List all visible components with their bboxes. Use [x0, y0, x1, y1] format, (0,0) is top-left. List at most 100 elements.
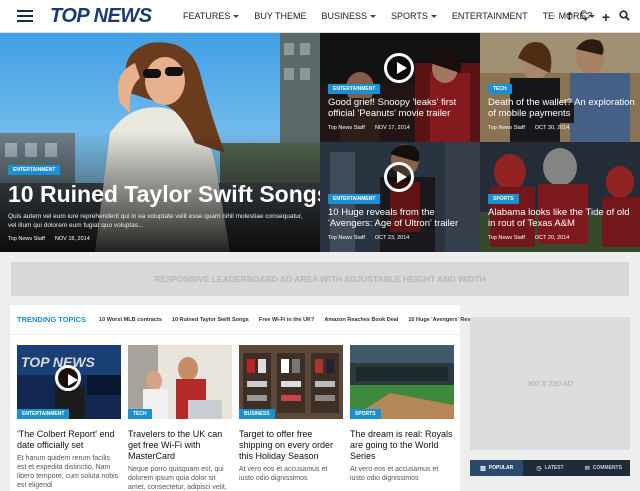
category-label[interactable]: Tech [128, 409, 152, 419]
article-image[interactable]: Business [239, 345, 343, 419]
category-label[interactable]: Entertainment [328, 84, 381, 94]
hero-main-story[interactable]: Entertainment 10 Ruined Taylor Swift Son… [0, 33, 320, 252]
date: OCT 30, 2014 [534, 125, 570, 131]
nav-item-buy-theme[interactable]: BUY THEME [254, 11, 306, 21]
article-title[interactable]: The dream is real: Royals are going to t… [350, 429, 454, 462]
nav-item-label: SPORTS [391, 11, 428, 21]
play-icon[interactable] [384, 53, 414, 83]
author[interactable]: Top News Staff [488, 125, 525, 131]
hero-main-title[interactable]: 10 Ruined Taylor Swift Songs [8, 181, 320, 207]
story-meta: Top News Staff NOV 17, 2014 [328, 125, 410, 131]
hero-tile[interactable]: Tech Death of the wallet? An exploration… [480, 33, 640, 142]
tab-label: Popular [488, 465, 514, 471]
category-label[interactable]: Sports [488, 194, 519, 204]
travel-image [128, 345, 232, 419]
category-label[interactable]: Sports [350, 409, 381, 419]
article-card[interactable]: Business Target to offer free shipping o… [239, 345, 343, 483]
article-title[interactable]: Target to offer free shipping on every o… [239, 429, 343, 462]
sidebar: 300 x 250 AD ▥ Popular ◷ Latest ✉ Comments [462, 305, 640, 491]
trending-item[interactable]: Amazon Reaches Book Deal [319, 317, 403, 323]
tab-label: Comments [592, 465, 622, 471]
category-label[interactable]: Entertainment [328, 194, 381, 204]
facebook-icon[interactable]: f [567, 11, 571, 23]
category-label[interactable]: Entertainment [8, 165, 61, 175]
search-icon[interactable] [619, 9, 630, 24]
trending-item[interactable]: 10 Worst MLB contracts [94, 317, 167, 323]
stadium-image [350, 345, 454, 419]
plus-icon[interactable]: + [602, 9, 610, 25]
trending-bar: Trending Topics 10 Worst MLB contracts 1… [10, 305, 481, 335]
story-meta: Top News Staff OCT 30, 2014 [488, 125, 569, 131]
nav-item-sports[interactable]: SPORTS [391, 11, 437, 21]
article-card[interactable]: Sports The dream is real: Royals are goi… [350, 345, 454, 483]
story-meta: Top News Staff OCT 20, 2014 [488, 235, 569, 241]
chevron-down-icon [430, 14, 437, 18]
article-excerpt: Neque porro quisquam est, qui dolorem ip… [128, 466, 227, 491]
nav-item-tech[interactable]: TECH [543, 11, 555, 21]
article-title[interactable]: Travelers to the UK can get free Wi-Fi w… [128, 429, 232, 462]
chevron-down-icon [233, 14, 240, 18]
hero-tile[interactable]: Sports Alabama looks like the Tide of ol… [480, 142, 640, 252]
site-logo[interactable]: TOP NEWS [50, 5, 170, 28]
nav-item-features[interactable]: FEATURES [183, 11, 240, 21]
play-icon[interactable] [55, 365, 81, 391]
author[interactable]: Top News Staff [488, 235, 525, 241]
tab-label: Latest [544, 465, 564, 471]
play-icon[interactable] [384, 162, 414, 192]
nav-item-label: BUY THEME [254, 11, 307, 21]
nav-item-business[interactable]: BUSINESS [322, 11, 377, 21]
category-label[interactable]: Business [239, 409, 275, 419]
category-label[interactable]: Entertainment [17, 409, 70, 419]
tab-popular[interactable]: ▥ Popular [470, 460, 524, 476]
date: OCT 20, 2014 [534, 235, 570, 241]
author[interactable]: Top News Staff [8, 236, 45, 242]
article-excerpt: At vero eos et accusamus et iusto odio d… [239, 466, 328, 482]
article-excerpt: Et harum quidem rerum facilis est et exp… [17, 455, 119, 489]
sidebar-tabs: ▥ Popular ◷ Latest ✉ Comments [470, 460, 630, 476]
date: OCT 23, 2014 [374, 235, 410, 241]
trending-item[interactable]: 10 Ruined Taylor Swift Songs [167, 317, 254, 323]
story-title[interactable]: Alabama looks like the Tide of old in ro… [488, 207, 638, 229]
date: NOV 18, 2014 [54, 236, 90, 242]
hero-main-excerpt: Quis autem vel eum iure reprehenderit qu… [8, 213, 303, 229]
sidebar-ad[interactable]: 300 x 250 AD [470, 317, 630, 450]
twitter-icon[interactable]: 🐦︎ [580, 11, 593, 22]
chevron-down-icon [370, 14, 377, 18]
article-card[interactable]: TOP NEWS Entertainment 'The Colbert Repo… [17, 345, 121, 490]
main-menu: FEATURES BUY THEME BUSINESS SPORTS ENTER… [183, 11, 610, 21]
article-image[interactable]: Tech [128, 345, 232, 419]
hero-grid: Entertainment 10 Ruined Taylor Swift Son… [0, 33, 640, 252]
page: TOP NEWS FEATURES BUY THEME BUSINESS SPO… [0, 0, 640, 491]
hero-tile[interactable]: Entertainment Good grief! Snoopy 'leaks'… [320, 33, 480, 142]
social-links: f 🐦︎ + [558, 0, 630, 33]
nav-item-label: TECH [542, 11, 555, 21]
hero-tile[interactable]: Entertainment 10 Huge reveals from the '… [320, 142, 480, 252]
author[interactable]: Top News Staff [328, 125, 365, 131]
main-content: Trending Topics 10 Worst MLB contracts 1… [10, 305, 481, 491]
story-meta: Top News Staff OCT 23, 2014 [328, 235, 409, 241]
story-title[interactable]: 10 Huge reveals from the 'Avengers: Age … [328, 207, 478, 229]
store-image [239, 345, 343, 419]
author[interactable]: Top News Staff [328, 235, 365, 241]
article-title[interactable]: 'The Colbert Report' end date officially… [17, 429, 121, 451]
story-title[interactable]: Death of the wallet? An exploration of m… [488, 97, 638, 119]
nav-item-entertainment[interactable]: ENTERTAINMENT [452, 11, 528, 21]
hamburger-menu-icon[interactable] [17, 10, 33, 22]
top-navbar: TOP NEWS FEATURES BUY THEME BUSINESS SPO… [0, 0, 640, 33]
story-title[interactable]: Good grief! Snoopy 'leaks' first officia… [328, 97, 478, 119]
article-card[interactable]: Tech Travelers to the UK can get free Wi… [128, 345, 232, 491]
article-image[interactable]: TOP NEWS Entertainment [17, 345, 121, 419]
nav-item-label: FEATURES [183, 11, 231, 21]
article-image[interactable]: Sports [350, 345, 454, 419]
leaderboard-ad[interactable]: Responsive leaderboard ad area with adju… [11, 262, 629, 296]
tab-comments[interactable]: ✉ Comments [577, 460, 630, 476]
tab-latest[interactable]: ◷ Latest [523, 460, 576, 476]
trending-title: Trending Topics [17, 315, 87, 324]
clock-icon: ◷ [536, 465, 542, 472]
trending-item[interactable]: Free Wi-Fi in the UK? [254, 317, 320, 323]
article-excerpt: At vero eos et accusamus et iusto odio d… [350, 466, 439, 482]
chart-icon: ▥ [480, 465, 486, 472]
nav-item-label: BUSINESS [321, 11, 368, 21]
date: NOV 17, 2014 [374, 125, 410, 131]
category-label[interactable]: Tech [488, 84, 512, 94]
